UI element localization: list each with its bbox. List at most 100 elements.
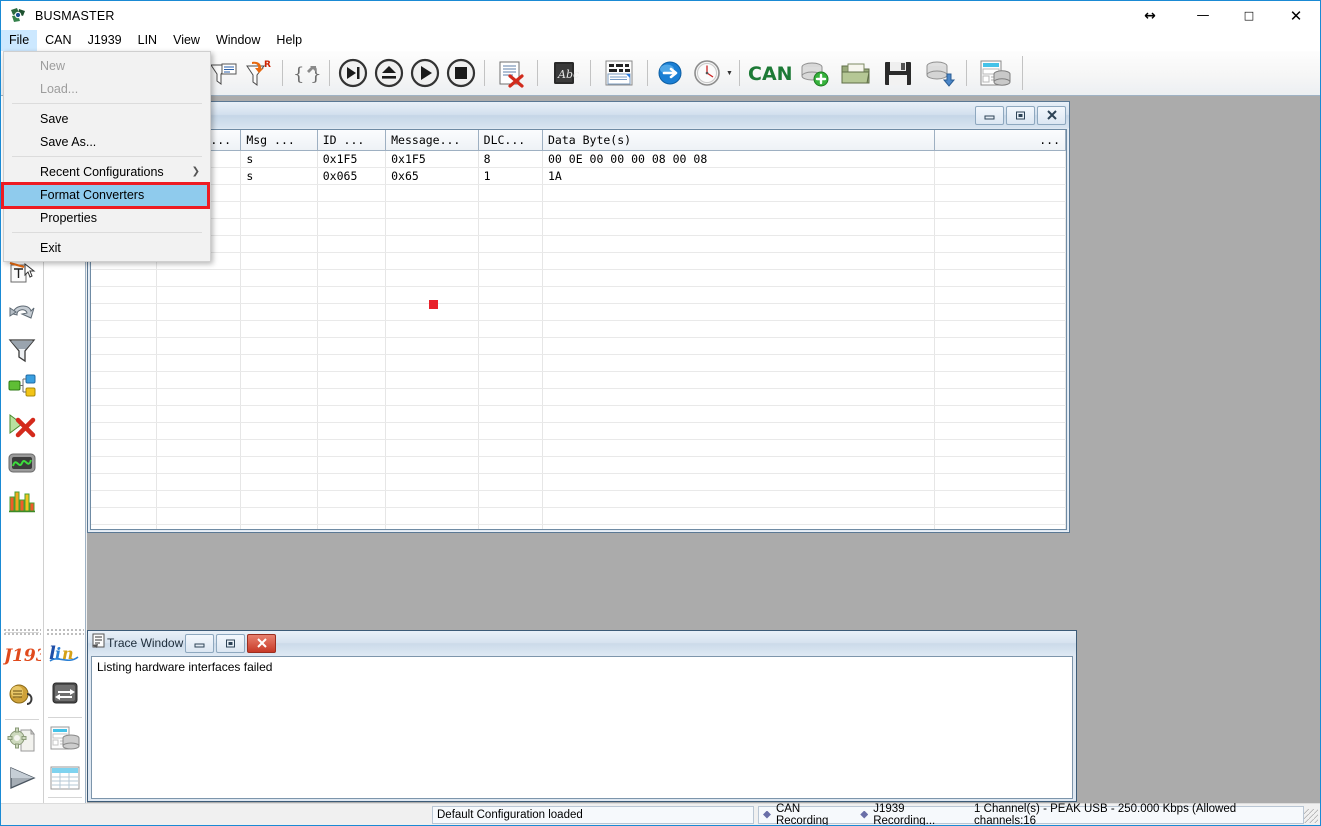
- toolbar-step-next-icon[interactable]: [336, 56, 370, 90]
- toolbar-send-message-icon[interactable]: [654, 56, 688, 90]
- column-header-message[interactable]: Message...: [385, 130, 479, 151]
- table-row-empty[interactable]: [91, 405, 1066, 423]
- trace-window-titlebar[interactable]: Trace Window: [88, 631, 1076, 655]
- menu-help[interactable]: Help: [268, 30, 310, 51]
- column-header-msg[interactable]: Msg ...: [240, 130, 318, 151]
- column-header-dlc[interactable]: DLC...: [478, 130, 544, 151]
- table-row-empty[interactable]: [91, 269, 1066, 287]
- dock-gear-file-icon[interactable]: [3, 721, 41, 759]
- toolbar-clear-log-icon[interactable]: [491, 56, 531, 90]
- toolbar-db-open-icon[interactable]: [836, 56, 876, 90]
- menu-j1939[interactable]: J1939: [80, 30, 130, 51]
- dock-j1939-icon[interactable]: J1939: [3, 636, 41, 674]
- trace-window-minimize-button[interactable]: [185, 633, 215, 653]
- cell-empty: [240, 405, 318, 423]
- toolbar-filter-replay-icon[interactable]: R: [242, 56, 276, 90]
- dock-separator: [48, 797, 82, 798]
- dock-graph-bars-icon[interactable]: [3, 482, 41, 520]
- table-row-empty[interactable]: [91, 286, 1066, 304]
- table-row-empty[interactable]: [91, 490, 1066, 508]
- resize-handle-icon[interactable]: ↔: [1120, 2, 1180, 30]
- toolbar-database-abc-icon[interactable]: Abc: [544, 56, 584, 90]
- table-row-empty[interactable]: [91, 439, 1066, 457]
- column-header-extra[interactable]: ...: [934, 130, 1066, 151]
- toolbar-message-edit-icon[interactable]: [597, 56, 641, 90]
- cell-empty: [385, 184, 479, 202]
- table-row-empty[interactable]: [91, 252, 1066, 270]
- column-header-data-bytes[interactable]: Data Byte(s): [542, 130, 936, 151]
- cell-empty: [91, 405, 157, 423]
- menu-view[interactable]: View: [165, 30, 208, 51]
- toolbar-signal-watch-icon[interactable]: { }: [289, 56, 323, 90]
- menu-item-format-converters[interactable]: Format Converters: [4, 183, 210, 206]
- table-row[interactable]: 1 s 0x065 0x65 1 1A: [91, 167, 1066, 185]
- trace-window-content[interactable]: Listing hardware interfaces failed: [91, 656, 1073, 799]
- maximize-button[interactable]: □: [1226, 2, 1272, 30]
- trace-window-close-button[interactable]: [247, 633, 277, 653]
- toolbar-stop-icon[interactable]: [444, 56, 478, 90]
- close-button[interactable]: ✕: [1272, 2, 1320, 30]
- dock-delete-run-icon[interactable]: [3, 406, 41, 444]
- can-window-titlebar[interactable]: CAN: [88, 102, 1069, 128]
- table-row[interactable]: 1 s 0x1F5 0x1F5 8 00 0E 00 00 00 08 00 0…: [91, 150, 1066, 168]
- table-row-empty[interactable]: [91, 218, 1066, 236]
- toolbar-db-add-icon[interactable]: [794, 56, 834, 90]
- toolbar-db-save-icon[interactable]: [878, 56, 918, 90]
- toolbar-db-import-icon[interactable]: [920, 56, 960, 90]
- toolbar-play-icon[interactable]: [408, 56, 442, 90]
- column-header-id[interactable]: ID ...: [317, 130, 387, 151]
- menu-window[interactable]: Window: [208, 30, 268, 51]
- menu-file[interactable]: File: [1, 29, 38, 51]
- table-row-empty[interactable]: [91, 507, 1066, 525]
- dock-lin-icon[interactable]: l i n: [46, 634, 84, 672]
- dock-undo-icon[interactable]: [3, 292, 41, 330]
- menu-item-new[interactable]: New: [4, 54, 210, 77]
- timer-dropdown-arrow-icon[interactable]: ▼: [725, 58, 734, 88]
- table-row-empty[interactable]: [91, 422, 1066, 440]
- dock-db-form-icon[interactable]: [46, 719, 84, 757]
- table-row-empty[interactable]: [91, 354, 1066, 372]
- table-row-empty[interactable]: [91, 388, 1066, 406]
- table-row-empty[interactable]: [91, 371, 1066, 389]
- menu-item-exit[interactable]: Exit: [4, 236, 210, 259]
- table-row-empty[interactable]: [91, 524, 1066, 529]
- dock-network-nodes-icon[interactable]: [3, 368, 41, 406]
- can-window-close-button[interactable]: [1037, 105, 1066, 125]
- dock-grip[interactable]: [3, 628, 41, 635]
- dock-filter-icon[interactable]: [3, 330, 41, 368]
- can-window-minimize-button[interactable]: [975, 105, 1004, 125]
- table-row-empty[interactable]: [91, 320, 1066, 338]
- dock-table-icon[interactable]: [46, 759, 84, 797]
- can-window-restore-button[interactable]: [1006, 105, 1035, 125]
- dock-waveform-icon[interactable]: [3, 444, 41, 482]
- table-row-empty[interactable]: [91, 337, 1066, 355]
- busmaster-main-window: BUSMASTER ↔ — □ ✕ File CAN J1939 LIN Vie…: [0, 0, 1321, 826]
- table-row-empty[interactable]: [91, 456, 1066, 474]
- cell-empty: [240, 490, 318, 508]
- menu-item-save-as[interactable]: Save As...: [4, 130, 210, 153]
- menu-item-properties[interactable]: Properties: [4, 206, 210, 229]
- cell-empty: [317, 201, 387, 219]
- menu-item-load[interactable]: Load...: [4, 77, 210, 100]
- table-row-empty[interactable]: [91, 303, 1066, 321]
- table-row-empty[interactable]: [91, 235, 1066, 253]
- table-row-empty[interactable]: [91, 473, 1066, 491]
- minimize-button[interactable]: —: [1180, 2, 1226, 30]
- trace-window-restore-button[interactable]: [216, 633, 246, 653]
- table-row-empty[interactable]: [91, 201, 1066, 219]
- menu-can[interactable]: CAN: [37, 30, 79, 51]
- can-message-table-container[interactable]: /Rx ... Channel... Msg ... ID ... Messag…: [90, 129, 1067, 530]
- toolbar-node-simulation-icon[interactable]: [973, 56, 1017, 90]
- toolbar-timer-icon[interactable]: [690, 56, 724, 90]
- toolbar-eject-icon[interactable]: [372, 56, 406, 90]
- menu-item-save[interactable]: Save: [4, 107, 210, 130]
- toolbar-filter-list-icon[interactable]: [206, 56, 240, 90]
- menu-lin[interactable]: LIN: [130, 30, 165, 51]
- menu-item-recent-configurations[interactable]: Recent Configurations ❯: [4, 160, 210, 183]
- table-row-empty[interactable]: [91, 184, 1066, 202]
- resize-grip-icon[interactable]: [1304, 809, 1318, 823]
- dock-play-large-icon[interactable]: [3, 759, 41, 797]
- toolbar-can-text-icon[interactable]: CAN: [746, 56, 792, 90]
- dock-exchange-icon[interactable]: [46, 674, 84, 712]
- dock-j1939-node-icon[interactable]: [3, 676, 41, 714]
